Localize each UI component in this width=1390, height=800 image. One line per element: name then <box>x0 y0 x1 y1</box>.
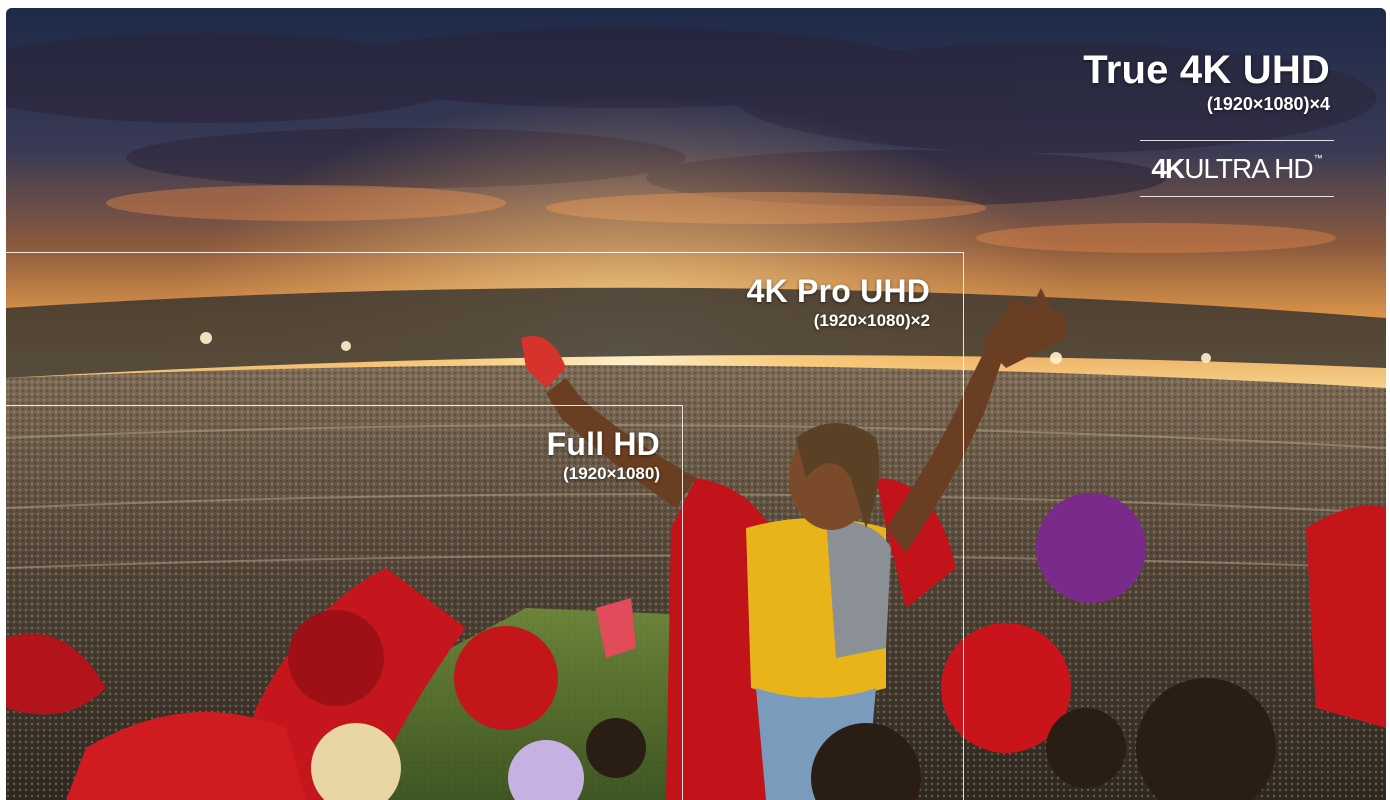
true-4k-uhd-dims: (1920×1080)×4 <box>1206 94 1330 114</box>
logo-4k-mark: 4K <box>1151 152 1185 184</box>
full-hd-title: Full HD <box>546 426 660 462</box>
4k-pro-uhd-title: 4K Pro UHD <box>746 273 930 309</box>
full-hd-dims: (1920×1080) <box>563 464 660 483</box>
logo-ultra-hd-text: ULTRA HD <box>1184 152 1313 184</box>
4k-pro-uhd-label: 4K Pro UHD (1920×1080)×2 <box>606 273 930 331</box>
photo-frame: True 4K UHD (1920×1080)×4 4K Pro UHD (19… <box>6 8 1386 800</box>
true-4k-uhd-label: True 4K UHD (1920×1080)×4 <box>1083 48 1330 114</box>
trademark-symbol: ™ <box>1313 153 1323 163</box>
true-4k-uhd-title: True 4K UHD <box>1083 48 1330 92</box>
4k-pro-uhd-dims: (1920×1080)×2 <box>813 311 930 330</box>
full-hd-label: Full HD (1920×1080) <box>456 426 660 484</box>
4k-ultra-hd-logo: 4K ULTRA HD ™ <box>1140 140 1334 197</box>
